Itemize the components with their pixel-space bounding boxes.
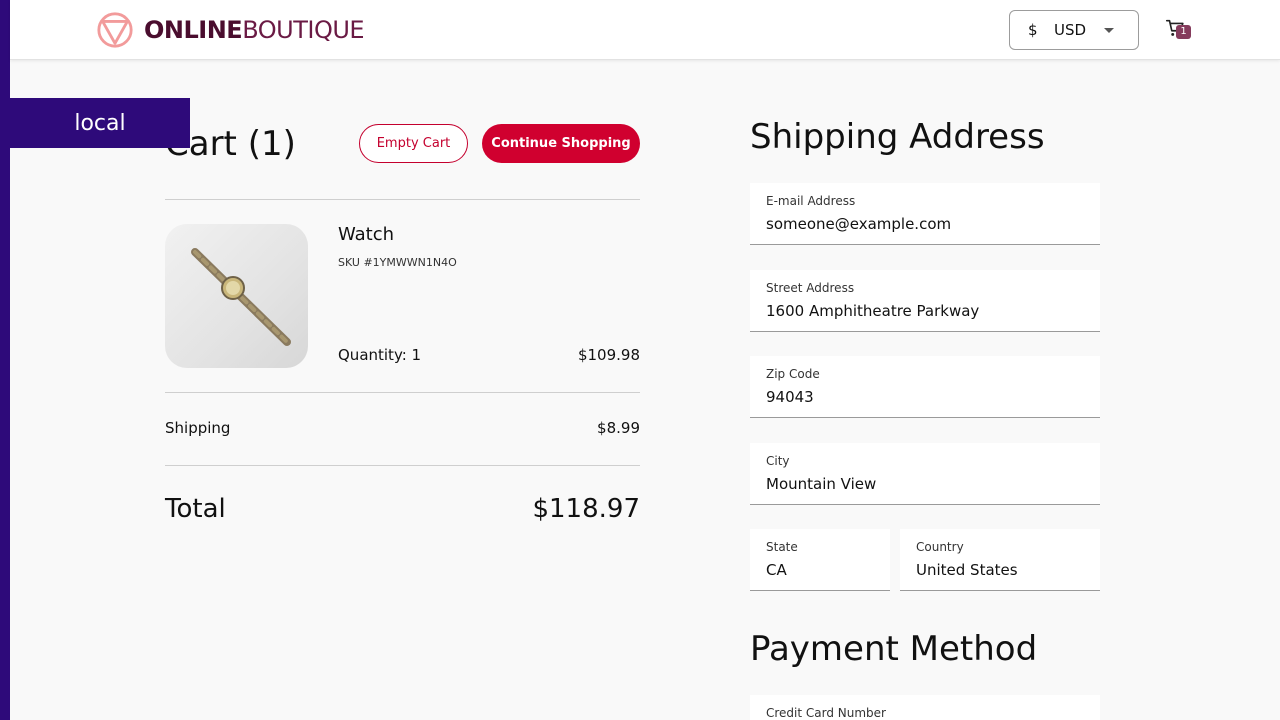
country-input[interactable] [916, 561, 1092, 579]
street-address-label: Street Address [766, 281, 855, 295]
currency-code: USD [1054, 21, 1087, 39]
product-sku: SKU #1YMWWN1N4O [338, 256, 457, 269]
email-field[interactable]: E-mail Address [750, 183, 1100, 245]
street-address-field[interactable]: Street Address [750, 270, 1100, 332]
street-address-input[interactable] [766, 302, 1092, 320]
product-price: $109.98 [577, 346, 640, 364]
credit-card-label: Credit Card Number [766, 706, 886, 720]
currency-select[interactable]: $ USD [1009, 10, 1139, 50]
state-label: State [766, 540, 798, 554]
country-label: Country [916, 540, 964, 554]
shipping-address-title: Shipping Address [750, 117, 1045, 157]
city-input[interactable] [766, 475, 1092, 493]
email-label: E-mail Address [766, 194, 856, 208]
product-image[interactable] [165, 224, 308, 368]
total-value: $118.97 [532, 494, 640, 524]
country-field[interactable]: Country [900, 529, 1100, 591]
credit-card-field[interactable]: Credit Card Number [750, 695, 1100, 720]
divider [165, 199, 640, 200]
state-field[interactable]: State [750, 529, 890, 591]
logo-icon [97, 12, 133, 48]
state-input[interactable] [766, 561, 882, 579]
product-name[interactable]: Watch [338, 224, 394, 245]
site-header: ONLINEBOUTIQUE $ USD 1 [10, 0, 1280, 60]
zip-code-input[interactable] [766, 388, 1092, 406]
divider [165, 392, 640, 393]
zip-code-label: Zip Code [766, 367, 820, 381]
email-input[interactable] [766, 215, 1092, 233]
divider [165, 465, 640, 466]
shipping-cost: $8.99 [597, 419, 640, 437]
logo[interactable]: ONLINEBOUTIQUE [96, 10, 365, 50]
chevron-down-icon [1104, 28, 1114, 33]
continue-shopping-button[interactable]: Continue Shopping [482, 124, 640, 163]
shipping-label: Shipping [165, 419, 231, 437]
zip-code-field[interactable]: Zip Code [750, 356, 1100, 418]
product-quantity: Quantity: 1 [338, 346, 422, 364]
left-env-strip [0, 0, 10, 720]
payment-method-title: Payment Method [750, 629, 1038, 669]
cart-count-badge: 1 [1176, 25, 1191, 39]
watch-icon [191, 248, 291, 346]
logo-text: ONLINEBOUTIQUE [144, 16, 365, 44]
total-label: Total [165, 494, 226, 524]
city-label: City [766, 454, 790, 468]
city-field[interactable]: City [750, 443, 1100, 505]
environment-banner: local [10, 98, 190, 148]
currency-symbol: $ [1028, 21, 1038, 39]
empty-cart-button[interactable]: Empty Cart [359, 124, 468, 163]
